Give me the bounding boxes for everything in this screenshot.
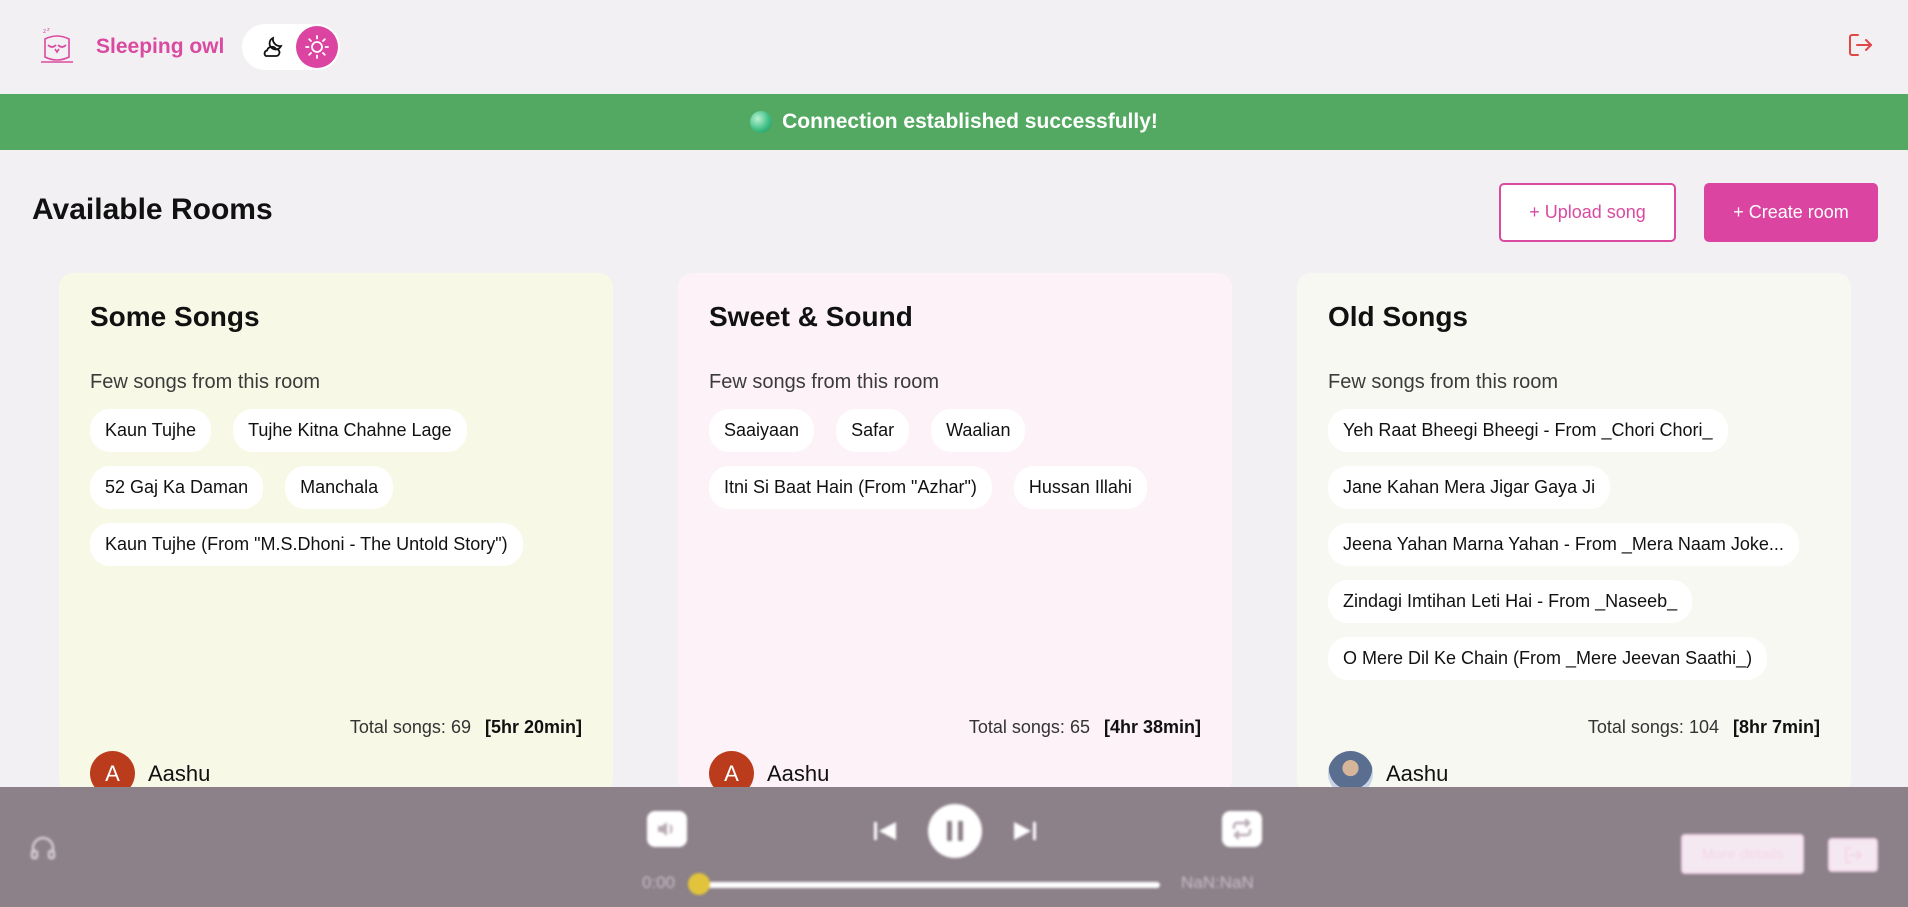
song-chip[interactable]: Jane Kahan Mera Jigar Gaya Ji xyxy=(1328,466,1611,509)
room-name: Sweet & Sound xyxy=(709,301,913,332)
room-subtitle: Few songs from this room xyxy=(709,371,940,393)
song-chip[interactable]: Zindagi Imtihan Leti Hai - From _Naseeb_ xyxy=(1328,580,1693,623)
exit-icon[interactable] xyxy=(1828,838,1878,872)
song-chip-list: Kaun Tujhe Tujhe Kitna Chahne Lage 52 Ga… xyxy=(90,409,590,566)
total-time: NaN:NaN xyxy=(1181,873,1254,892)
song-chip[interactable]: 52 Gaj Ka Daman xyxy=(90,466,264,509)
song-chip[interactable]: Itni Si Baat Hain (From "Azhar") xyxy=(709,466,992,509)
song-chip[interactable]: Saaiyaan xyxy=(709,409,815,452)
music-player: 0:00 NaN:NaN More details xyxy=(0,787,1908,907)
song-chip[interactable]: Tujhe Kitna Chahne Lage xyxy=(233,409,467,452)
total-songs-count: 104 xyxy=(1688,717,1719,737)
room-subtitle: Few songs from this room xyxy=(1328,371,1559,393)
room-duration: [5hr 20min] xyxy=(484,717,582,737)
current-time: 0:00 xyxy=(642,873,676,892)
total-songs-label: Total songs: xyxy=(349,717,446,737)
total-songs-label: Total songs: xyxy=(1587,717,1684,737)
connection-banner: Connection established successfully! xyxy=(0,94,1908,150)
more-details-button[interactable]: More details xyxy=(1681,834,1804,874)
song-chip[interactable]: Hussan Illahi xyxy=(1013,466,1147,509)
next-icon[interactable] xyxy=(1012,819,1038,848)
owner-name: Aashu xyxy=(148,760,211,786)
room-subtitle: Few songs from this room xyxy=(90,371,321,393)
pause-button[interactable] xyxy=(928,804,982,858)
room-stats: Total songs: 104 [8hr 7min] xyxy=(1588,717,1820,738)
song-chip[interactable]: Jeena Yahan Marna Yahan - From _Mera Naa… xyxy=(1328,523,1799,566)
room-duration: [8hr 7min] xyxy=(1732,717,1820,737)
volume-icon[interactable] xyxy=(647,811,687,847)
room-card[interactable]: Old Songs Few songs from this room Yeh R… xyxy=(1297,273,1851,796)
headphones-icon xyxy=(28,833,58,868)
room-stats: Total songs: 69 [5hr 20min] xyxy=(350,717,582,738)
sun-icon[interactable] xyxy=(296,26,339,68)
page-title: Available Rooms xyxy=(32,193,273,226)
room-duration: [4hr 38min] xyxy=(1103,717,1201,737)
song-chip[interactable]: Safar xyxy=(836,409,910,452)
room-name: Some Songs xyxy=(90,301,260,332)
total-songs-count: 65 xyxy=(1069,717,1090,737)
progress-thumb[interactable] xyxy=(688,873,710,895)
create-room-button[interactable]: + Create room xyxy=(1704,183,1878,242)
previous-icon[interactable] xyxy=(872,819,898,848)
room-card[interactable]: Some Songs Few songs from this room Kaun… xyxy=(59,273,613,796)
theme-toggle[interactable] xyxy=(242,24,341,70)
repeat-icon[interactable] xyxy=(1222,811,1262,847)
pause-icon xyxy=(947,821,963,841)
room-name: Old Songs xyxy=(1328,301,1468,332)
owner-name: Aashu xyxy=(1386,760,1449,786)
room-stats: Total songs: 65 [4hr 38min] xyxy=(969,717,1201,738)
progress-track[interactable] xyxy=(698,882,1160,888)
song-chip[interactable]: Kaun Tujhe (From "M.S.Dhoni - The Untold… xyxy=(90,523,523,566)
player-controls: 0:00 NaN:NaN More details xyxy=(0,787,1908,907)
svg-text:z: z xyxy=(47,27,50,33)
cloud-moon-icon[interactable] xyxy=(252,26,294,68)
total-songs-label: Total songs: xyxy=(968,717,1065,737)
total-songs-count: 69 xyxy=(450,717,471,737)
status-dot-icon xyxy=(750,111,773,133)
song-chip-list: Yeh Raat Bheegi Bheegi - From _Chori Cho… xyxy=(1328,409,1828,680)
owl-icon: z z xyxy=(32,22,82,72)
owner-name: Aashu xyxy=(767,760,830,786)
svg-text:z: z xyxy=(43,28,46,35)
song-chip[interactable]: Manchala xyxy=(285,466,394,509)
logout-icon[interactable] xyxy=(1846,30,1878,62)
song-chip-list: Saaiyaan Safar Waalian Itni Si Baat Hain… xyxy=(709,409,1209,509)
song-chip[interactable]: O Mere Dil Ke Chain (From _Mere Jeevan S… xyxy=(1328,637,1768,680)
song-chip[interactable]: Waalian xyxy=(931,409,1026,452)
room-card[interactable]: Sweet & Sound Few songs from this room S… xyxy=(678,273,1232,796)
upload-song-button[interactable]: + Upload song xyxy=(1499,183,1676,242)
song-chip[interactable]: Kaun Tujhe xyxy=(90,409,212,452)
app-header: z z Sleeping owl xyxy=(0,0,1908,94)
app-title[interactable]: Sleeping owl xyxy=(96,35,224,59)
song-chip[interactable]: Yeh Raat Bheegi Bheegi - From _Chori Cho… xyxy=(1328,409,1728,452)
banner-message: Connection established successfully! xyxy=(782,110,1158,133)
